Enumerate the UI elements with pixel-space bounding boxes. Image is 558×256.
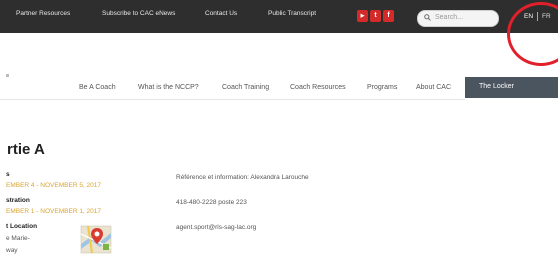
link-subscribe-enews[interactable]: Subscribe to CAC eNews <box>102 10 175 17</box>
link-contact-us[interactable]: Contact Us <box>205 10 237 17</box>
location-label: t Location <box>6 223 38 230</box>
nav-about-cac[interactable]: About CAC <box>416 84 451 91</box>
nav-the-locker[interactable]: The Locker <box>465 77 558 98</box>
event-dates: EMBER 4 - NOVEMBER 5, 2017 <box>6 182 102 189</box>
nav-coach-resources[interactable]: Coach Resources <box>290 84 346 91</box>
youtube-icon[interactable]: ▶ <box>357 10 368 22</box>
nav-be-a-coach[interactable]: Be A Coach <box>79 84 116 91</box>
nav-divider <box>0 99 465 100</box>
email-link[interactable]: agent.sport@rls-sag-lac.org <box>176 224 256 231</box>
link-partner-resources[interactable]: Partner Resources <box>16 10 70 17</box>
search-icon <box>424 14 431 21</box>
locker-label: The Locker <box>479 83 515 90</box>
top-utility-bar: Partner Resources Subscribe to CAC eNews… <box>0 0 558 33</box>
registration-dates: EMBER 1 - NOVEMBER 1, 2017 <box>6 208 102 215</box>
search-input[interactable]: Search... <box>435 14 463 21</box>
reference-info: Référence et information: Alexandra Laro… <box>176 174 309 181</box>
twitter-icon[interactable]: t <box>370 10 381 22</box>
facebook-icon[interactable]: f <box>383 10 394 22</box>
phone-info: 418-480-2228 poste 223 <box>176 199 247 206</box>
nav-programs[interactable]: Programs <box>367 84 397 91</box>
nav-what-is-nccp[interactable]: What is the NCCP? <box>138 84 199 91</box>
map-icon[interactable] <box>80 224 112 254</box>
nav-coach-training[interactable]: Coach Training <box>222 84 269 91</box>
location-line-1: e Marie- <box>6 235 30 242</box>
registration-label: stration <box>6 197 30 204</box>
location-line-2: way <box>6 247 18 254</box>
logo-fragment <box>6 74 9 77</box>
dates-label: s <box>6 171 10 178</box>
link-public-transcript[interactable]: Public Transcript <box>268 10 316 17</box>
search-box[interactable]: Search... <box>417 10 499 27</box>
page-title: rtie A <box>7 141 45 158</box>
